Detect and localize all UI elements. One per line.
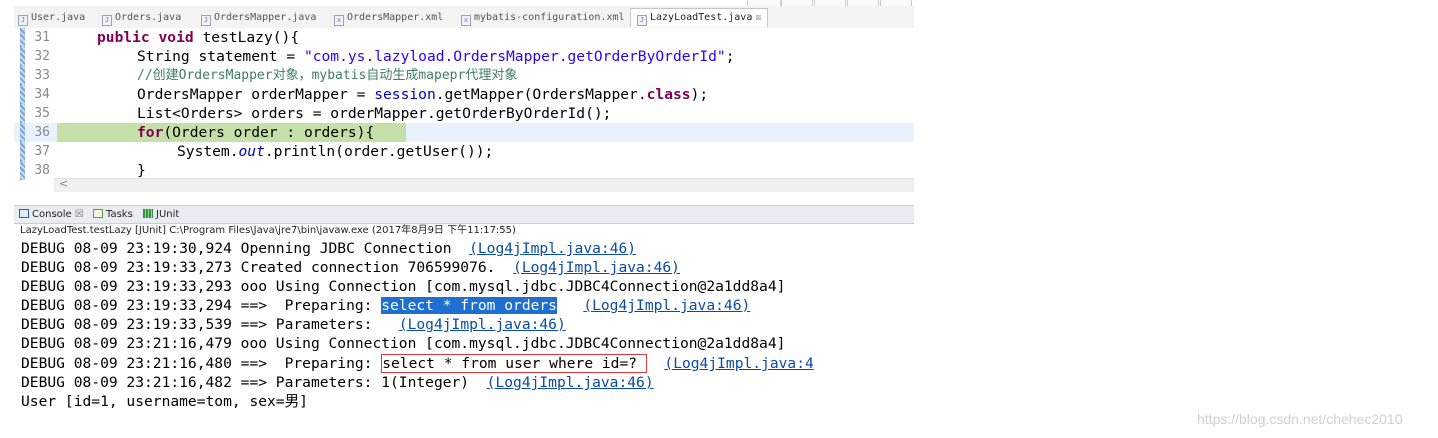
code-line: 32 String statement = "com.ys.lazyload.O… <box>14 47 914 66</box>
tab-lazyloadtest-java[interactable]: J LazyLoadTest.java ☒ <box>630 8 769 27</box>
console-line: DEBUG 08-09 23:21:16,479 ooo Using Conne… <box>21 335 786 352</box>
line-number: 33 <box>34 68 50 83</box>
tab-ordersmapper-java[interactable]: J OrdersMapper.java <box>201 9 316 27</box>
line-number: 36 <box>34 125 50 140</box>
boxed-sql: select * from user where id=? <box>381 354 647 373</box>
java-file-icon: J <box>201 15 211 26</box>
tab-ordersmapper-xml[interactable]: x OrdersMapper.xml <box>334 9 443 27</box>
line-number: 35 <box>34 106 50 121</box>
tab-console[interactable]: Console ☒ <box>19 206 84 223</box>
log-link[interactable]: (Log4jImpl.java:46) <box>583 297 750 314</box>
console-process-title: LazyLoadTest.testLazy [JUnit] C:\Program… <box>20 225 516 236</box>
close-icon[interactable]: ☒ <box>755 12 761 23</box>
change-marker <box>20 28 25 47</box>
change-marker <box>20 123 25 142</box>
editor-tab-bar: J User.java J Orders.java J OrdersMapper.ja… <box>14 6 914 29</box>
tab-mybatis-configuration-xml[interactable]: x mybatis-configuration.xml <box>461 9 625 27</box>
selected-sql[interactable]: select * from orders <box>381 297 557 314</box>
code-text: public void testLazy(){ <box>97 29 300 46</box>
log-link[interactable]: (Log4jImpl.java:4 <box>664 355 813 372</box>
java-file-icon: J <box>637 15 647 26</box>
console-line: DEBUG 08-09 23:19:33,294 ==> Preparing: … <box>21 297 751 314</box>
watermark: https://blog.csdn.net/chehec2010 <box>1197 411 1403 427</box>
close-icon[interactable]: ☒ <box>75 209 84 220</box>
tab-user-java[interactable]: J User.java <box>18 9 85 27</box>
change-marker <box>20 104 25 123</box>
code-line: 35 List<Orders> orders = orderMapper.get… <box>14 104 914 123</box>
junit-icon <box>143 209 153 218</box>
code-line: 33 //创建OrdersMapper对象，mybatis自动生成mapepr代… <box>14 66 914 85</box>
console-line: DEBUG 08-09 23:21:16,480 ==> Preparing: … <box>21 354 814 373</box>
line-number: 38 <box>34 163 50 178</box>
log-link[interactable]: (Log4jImpl.java:46) <box>513 259 680 276</box>
horizontal-scrollbar[interactable]: < <box>54 177 914 192</box>
scroll-left-icon[interactable]: < <box>59 177 68 190</box>
code-comment: //创建OrdersMapper对象，mybatis自动生成mapepr代理对象 <box>137 68 518 83</box>
code-line-current: 36 for(Orders order : orders){ <box>14 123 914 142</box>
java-file-icon: J <box>102 15 112 26</box>
tab-tasks[interactable]: Tasks <box>93 206 133 223</box>
code-line: 34 OrdersMapper orderMapper = session.ge… <box>14 85 914 104</box>
console-tab-bar: Console ☒ Tasks JUnit <box>14 205 914 224</box>
console-line: DEBUG 08-09 23:21:16,482 ==> Parameters:… <box>21 374 654 391</box>
console-line: DEBUG 08-09 23:19:30,924 Openning JDBC C… <box>21 240 637 257</box>
code-line: 37 System.out.println(order.getUser()); <box>14 142 914 161</box>
tab-orders-java[interactable]: J Orders.java <box>102 9 181 27</box>
change-marker <box>20 66 25 85</box>
code-editor[interactable]: 31 public void testLazy(){ 32 String sta… <box>14 28 914 180</box>
line-number: 31 <box>34 30 50 45</box>
line-number: 32 <box>34 49 50 64</box>
code-line: 31 public void testLazy(){ <box>14 28 914 47</box>
change-marker <box>20 161 25 180</box>
java-file-icon: J <box>18 15 28 26</box>
console-line: DEBUG 08-09 23:19:33,293 ooo Using Conne… <box>21 278 786 295</box>
change-marker <box>20 47 25 66</box>
change-marker <box>20 142 25 161</box>
line-number: 34 <box>34 87 50 102</box>
xml-file-icon: x <box>461 15 471 26</box>
change-marker <box>20 85 25 104</box>
console-icon <box>19 209 29 218</box>
log-link[interactable]: (Log4jImpl.java:46) <box>399 316 566 333</box>
log-link[interactable]: (Log4jImpl.java:46) <box>469 240 636 257</box>
console-line: DEBUG 08-09 23:19:33,539 ==> Parameters:… <box>21 316 566 333</box>
tab-junit[interactable]: JUnit <box>143 206 179 223</box>
code-text: System.out.println(order.getUser()); <box>177 143 494 160</box>
log-link[interactable]: (Log4jImpl.java:46) <box>487 374 654 391</box>
code-text: List<Orders> orders = orderMapper.getOrd… <box>137 105 612 122</box>
code-text: for(Orders order : orders){ <box>137 124 375 141</box>
tasks-icon <box>93 209 103 218</box>
code-text: String statement = "com.ys.lazyload.Orde… <box>137 48 735 65</box>
xml-file-icon: x <box>334 15 344 26</box>
code-text: OrdersMapper orderMapper = session.getMa… <box>137 86 709 103</box>
console-line: DEBUG 08-09 23:19:33,273 Created connect… <box>21 259 680 276</box>
console-line: User [id=1, username=tom, sex=男] <box>21 393 308 410</box>
eclipse-window: J User.java J Orders.java J OrdersMapper.ja… <box>14 0 914 421</box>
line-number: 37 <box>34 144 50 159</box>
